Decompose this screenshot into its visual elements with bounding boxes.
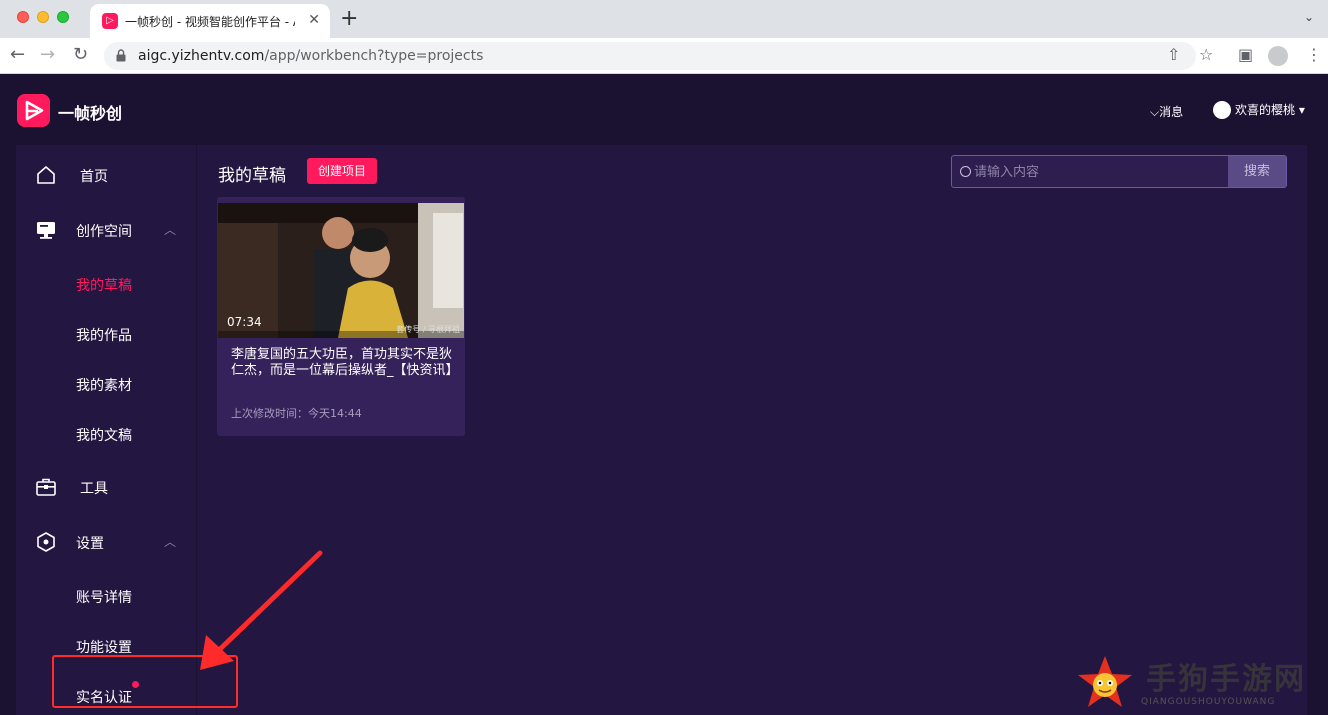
browser-menu-icon[interactable]: ⋮: [1306, 46, 1322, 64]
toolbox-icon: [36, 478, 56, 496]
messages-link[interactable]: ⌵消息: [1150, 103, 1183, 120]
url-path: /app/workbench?type=projects: [264, 48, 484, 64]
settings-hexagon-icon: [37, 532, 55, 552]
share-icon[interactable]: ⇧: [1167, 46, 1180, 64]
site-favicon-icon: ▷: [102, 13, 118, 29]
browser-toolbar: ← → ↻ aigc.yizhentv.com/app/workbench?ty…: [0, 38, 1328, 74]
user-avatar[interactable]: [1213, 101, 1231, 119]
sidebar-item-features[interactable]: 功能设置: [76, 637, 132, 657]
sidebar-item-creative-space[interactable]: 创作空间 ︿: [16, 211, 196, 247]
close-window-button[interactable]: [17, 11, 29, 23]
sidebar-item-home[interactable]: 首页: [16, 156, 196, 192]
sidebar-item-drafts[interactable]: 我的草稿: [76, 275, 132, 295]
watermark-subtext: QIANGOUSHOUYOUWANG: [1141, 697, 1276, 707]
forward-icon[interactable]: →: [40, 45, 55, 65]
tab-close-icon[interactable]: ✕: [308, 12, 320, 28]
home-icon: [37, 166, 55, 184]
url-host: aigc.yizhentv.com: [138, 48, 265, 64]
sidebar-item-works[interactable]: 我的作品: [76, 325, 132, 345]
search-icon: [960, 166, 971, 177]
bookmark-star-icon[interactable]: ☆: [1199, 46, 1213, 64]
tab-title: 一帧秒创 - 视频智能创作平台 - AI: [125, 15, 295, 29]
sidebar-item-materials[interactable]: 我的素材: [76, 375, 132, 395]
sidebar-item-label: 首页: [80, 169, 108, 185]
chevron-up-icon[interactable]: ︿: [164, 533, 176, 550]
messages-label: 消息: [1159, 105, 1184, 119]
search-input[interactable]: [974, 160, 1224, 184]
sidebar-item-tools[interactable]: 工具: [16, 468, 196, 504]
lock-icon: [116, 49, 126, 62]
minimize-window-button[interactable]: [37, 11, 49, 23]
brand-name[interactable]: 一帧秒创: [58, 100, 122, 124]
thumbnail-caption: 套传号 / 寻根拜祖: [396, 325, 460, 334]
create-project-button[interactable]: 创建项目: [307, 158, 377, 184]
video-duration: 07:34: [227, 315, 262, 329]
sidebar-item-label: 工具: [80, 481, 108, 497]
tab-search-icon[interactable]: ⌄: [1304, 10, 1314, 24]
annotation-highlight-box: [52, 655, 238, 708]
url-text: aigc.yizhentv.com/app/workbench?type=pro…: [138, 48, 483, 64]
search-bar: 搜索: [951, 155, 1287, 188]
browser-tab-bar: ▷ 一帧秒创 - 视频智能创作平台 - AI ✕ + ⌄: [0, 0, 1328, 38]
watermark-text: 手狗手游网: [1146, 662, 1306, 697]
video-thumbnail[interactable]: 07:34 套传号 / 寻根拜祖: [218, 203, 464, 338]
monitor-icon: [37, 222, 55, 239]
sidebar: 首页 创作空间 ︿ 我的草稿 我的作品 我的素材 我的文稿 工具 设置 ︿ 账号…: [16, 145, 196, 715]
page-title: 我的草稿: [218, 166, 286, 186]
search-button[interactable]: 搜索: [1228, 156, 1286, 187]
chevron-up-icon[interactable]: ︿: [164, 221, 176, 238]
new-tab-button[interactable]: +: [340, 6, 358, 32]
project-card[interactable]: 07:34 套传号 / 寻根拜祖 李唐复国的五大功臣，首功其实不是狄仁杰，而是一…: [217, 197, 465, 436]
sidebar-item-settings[interactable]: 设置 ︿: [16, 523, 196, 559]
profile-avatar-icon[interactable]: [1268, 46, 1288, 66]
reload-icon[interactable]: ↻: [73, 45, 88, 65]
side-panel-icon[interactable]: ▣: [1238, 46, 1253, 64]
brand-logo-icon[interactable]: [17, 94, 50, 127]
card-modified-time: 上次修改时间：今天14:44: [231, 407, 362, 420]
sidebar-item-account[interactable]: 账号详情: [76, 587, 132, 607]
maximize-window-button[interactable]: [57, 11, 69, 23]
back-icon[interactable]: ←: [10, 45, 25, 65]
address-bar[interactable]: aigc.yizhentv.com/app/workbench?type=pro…: [104, 42, 1196, 70]
card-title[interactable]: 李唐复国的五大功臣，首功其实不是狄仁杰，而是一位幕后操纵者_【快资讯】: [231, 347, 459, 379]
user-menu[interactable]: 欢喜的樱桃 ▾: [1235, 101, 1305, 118]
sidebar-item-documents[interactable]: 我的文稿: [76, 425, 132, 445]
sidebar-item-label: 设置: [76, 536, 104, 552]
watermark-logo-icon: [1078, 656, 1132, 707]
browser-tab[interactable]: ▷ 一帧秒创 - 视频智能创作平台 - AI ✕: [90, 4, 330, 38]
main-panel: 我的草稿 创建项目 搜索: [197, 145, 1307, 715]
user-name: 欢喜的樱桃: [1235, 103, 1296, 117]
sidebar-item-label: 创作空间: [76, 224, 132, 240]
